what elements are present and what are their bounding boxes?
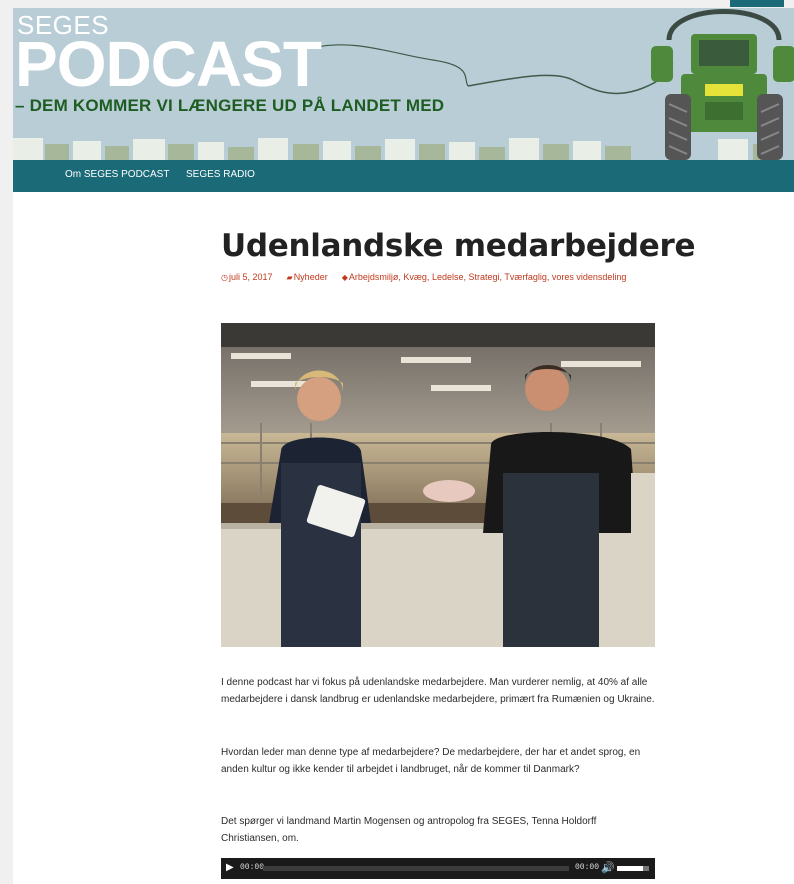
article-paragraph-2: Hvordan leder man denne type af medarbej… (221, 747, 641, 775)
brand-podcast: PODCAST (15, 28, 322, 100)
folder-icon: ▰ (286, 273, 293, 282)
header-banner[interactable]: SEGES PODCAST – DEM KOMMER VI LÆNGERE UD… (13, 8, 794, 160)
entry-meta: ◷juli 5, 2017 ▰Nyheder ◆Arbejdsmiljø, Kvæg… (221, 272, 627, 282)
duration-time: 00:00 (575, 863, 600, 872)
page-container: SEGES PODCAST – DEM KOMMER VI LÆNGERE UD… (13, 8, 794, 884)
category-link[interactable]: ▰Nyheder (287, 272, 328, 282)
volume-level (617, 866, 643, 871)
tag-link[interactable]: Strategi (468, 272, 499, 282)
tag-icon: ◆ (341, 273, 348, 282)
current-time: 00:00 (240, 863, 265, 872)
top-accent-bar (730, 0, 784, 7)
article-title[interactable]: Udenlandske medarbejdere (221, 228, 696, 264)
post-date-link[interactable]: ◷juli 5, 2017 (221, 272, 273, 282)
play-icon[interactable]: ▶ (226, 862, 234, 873)
nav-item-seges-radio[interactable]: SEGES RADIO (186, 169, 255, 180)
article-paragraph-3: Det spørger vi landmand Martin Mogensen … (221, 816, 597, 844)
tag-link[interactable]: Kvæg (403, 272, 427, 282)
progress-rail[interactable] (263, 866, 569, 871)
clock-icon: ◷ (221, 273, 228, 282)
tag-link[interactable]: Tværfaglig (504, 272, 547, 282)
article-photo (221, 323, 655, 647)
tag-link[interactable]: vores vidensdeling (552, 272, 627, 282)
article-paragraph-1: I denne podcast har vi fokus på udenland… (221, 677, 655, 705)
tag-link[interactable]: Arbejdsmiljø (349, 272, 399, 282)
audio-player: ▶ 00:00 00:00 🔊 (221, 858, 655, 879)
banner-tagline: – DEM KOMMER VI LÆNGERE UD PÅ LANDET MED (15, 96, 445, 115)
volume-icon[interactable]: 🔊 (601, 861, 615, 874)
nav-item-om-seges-podcast[interactable]: Om SEGES PODCAST (65, 169, 169, 180)
volume-slider[interactable] (617, 866, 649, 871)
main-navigation: Om SEGES PODCAST SEGES RADIO (13, 160, 794, 192)
tag-link[interactable]: Ledelse (432, 272, 464, 282)
